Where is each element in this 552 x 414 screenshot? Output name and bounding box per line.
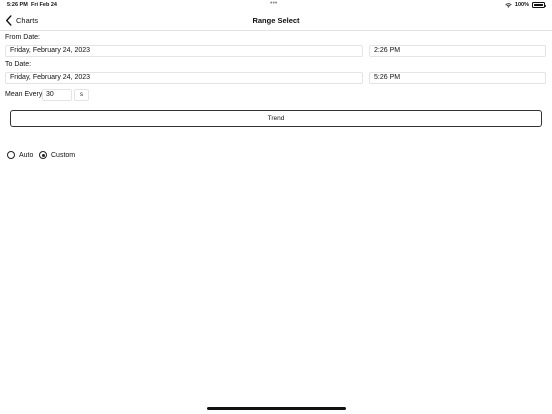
to-date-field[interactable]: Friday, February 24, 2023	[5, 72, 363, 84]
mean-unit-selector[interactable]: s	[74, 89, 89, 101]
radio-custom-circle-icon[interactable]	[39, 151, 47, 159]
range-select-screen: 5:26 PM Fri Feb 24 ••• 100% Charts Range…	[0, 0, 552, 414]
from-date-field[interactable]: Friday, February 24, 2023	[5, 45, 363, 57]
multitasking-dots-icon[interactable]: •••	[270, 0, 277, 8]
trend-button[interactable]: Trend	[10, 110, 542, 127]
home-indicator[interactable]	[207, 407, 346, 410]
status-time: 5:26 PM	[7, 2, 28, 8]
from-date-label: From Date:	[5, 34, 41, 41]
page-title: Range Select	[252, 16, 300, 25]
battery-percent: 100%	[514, 2, 529, 8]
to-date-label: To Date:	[5, 61, 32, 68]
mean-every-label: Mean Every	[5, 91, 43, 98]
nav-divider	[0, 30, 552, 31]
mean-every-input[interactable]: 30	[42, 89, 72, 101]
battery-icon	[532, 2, 547, 8]
radio-custom[interactable]: Custom	[39, 150, 75, 160]
radio-auto-circle-icon[interactable]	[7, 151, 15, 159]
radio-custom-label: Custom	[51, 151, 76, 159]
from-time-field[interactable]: 2:26 PM	[369, 45, 546, 57]
status-right: 100%	[505, 2, 547, 8]
status-date: Fri Feb 24	[31, 2, 57, 8]
to-time-field[interactable]: 5:26 PM	[369, 72, 546, 84]
wifi-icon	[505, 2, 512, 8]
radio-auto-label: Auto	[19, 151, 34, 159]
radio-auto[interactable]: Auto	[7, 150, 33, 160]
